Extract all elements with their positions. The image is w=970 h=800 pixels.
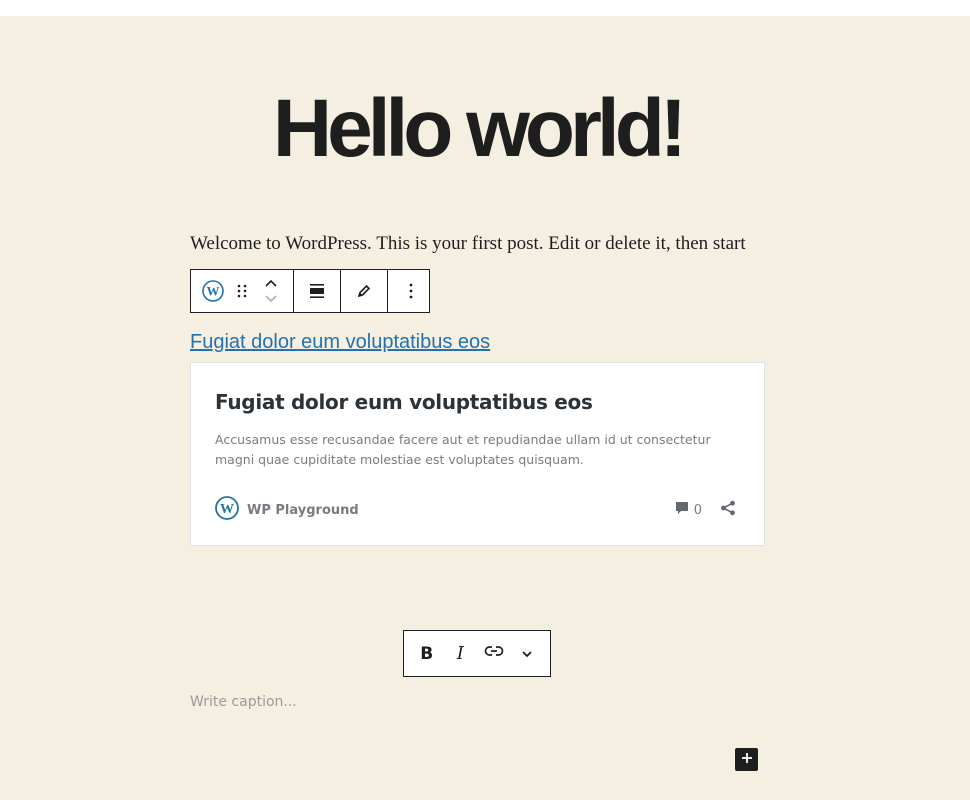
- block-toolbar-group-align: [294, 270, 341, 312]
- chevron-down-icon: [521, 645, 533, 663]
- more-formatting-button[interactable]: [511, 636, 543, 672]
- more-options-icon[interactable]: [388, 270, 434, 312]
- move-down-icon[interactable]: [264, 291, 278, 307]
- link-icon: [484, 644, 504, 663]
- block-movers: [249, 270, 293, 312]
- add-block-button[interactable]: [735, 748, 758, 771]
- drag-handle-icon[interactable]: [235, 270, 249, 312]
- share-icon[interactable]: [720, 500, 736, 521]
- bold-button[interactable]: B: [411, 636, 443, 672]
- svg-text:W: W: [207, 284, 220, 299]
- pencil-icon[interactable]: [341, 270, 387, 312]
- block-toolbar: W: [190, 269, 430, 313]
- embed-card-title[interactable]: Fugiat dolor eum voluptatibus eos: [215, 390, 593, 414]
- embed-site-name: WP Playground: [247, 503, 359, 518]
- format-toolbar: B I: [403, 630, 551, 677]
- italic-button[interactable]: I: [444, 636, 476, 672]
- plus-icon: [741, 751, 753, 769]
- block-toolbar-group-edit: [341, 270, 388, 312]
- block-toolbar-group-options: [388, 270, 434, 312]
- link-button[interactable]: [478, 636, 510, 672]
- post-paragraph[interactable]: Welcome to WordPress. This is your first…: [190, 233, 790, 255]
- editor-canvas: Hello world! Welcome to WordPress. This …: [0, 16, 970, 800]
- embed-card[interactable]: Fugiat dolor eum voluptatibus eos Accusa…: [190, 362, 765, 546]
- post-title[interactable]: Hello world!: [0, 88, 955, 170]
- block-toolbar-group-parent: W: [191, 270, 294, 312]
- caption-placeholder[interactable]: Write caption...: [190, 694, 297, 710]
- wordpress-icon[interactable]: W: [191, 270, 235, 312]
- embed-link[interactable]: Fugiat dolor eum voluptatibus eos: [190, 331, 490, 354]
- align-icon[interactable]: [294, 270, 340, 312]
- embed-card-excerpt: Accusamus esse recusandae facere aut et …: [215, 432, 711, 467]
- move-up-icon[interactable]: [264, 275, 278, 291]
- wordpress-site-icon: W: [215, 496, 239, 525]
- svg-text:W: W: [220, 502, 234, 517]
- embed-card-site[interactable]: W WP Playground: [215, 496, 359, 525]
- embed-card-meta: 0: [674, 500, 736, 521]
- comment-count: 0: [693, 503, 702, 518]
- comment-icon[interactable]: [674, 500, 690, 521]
